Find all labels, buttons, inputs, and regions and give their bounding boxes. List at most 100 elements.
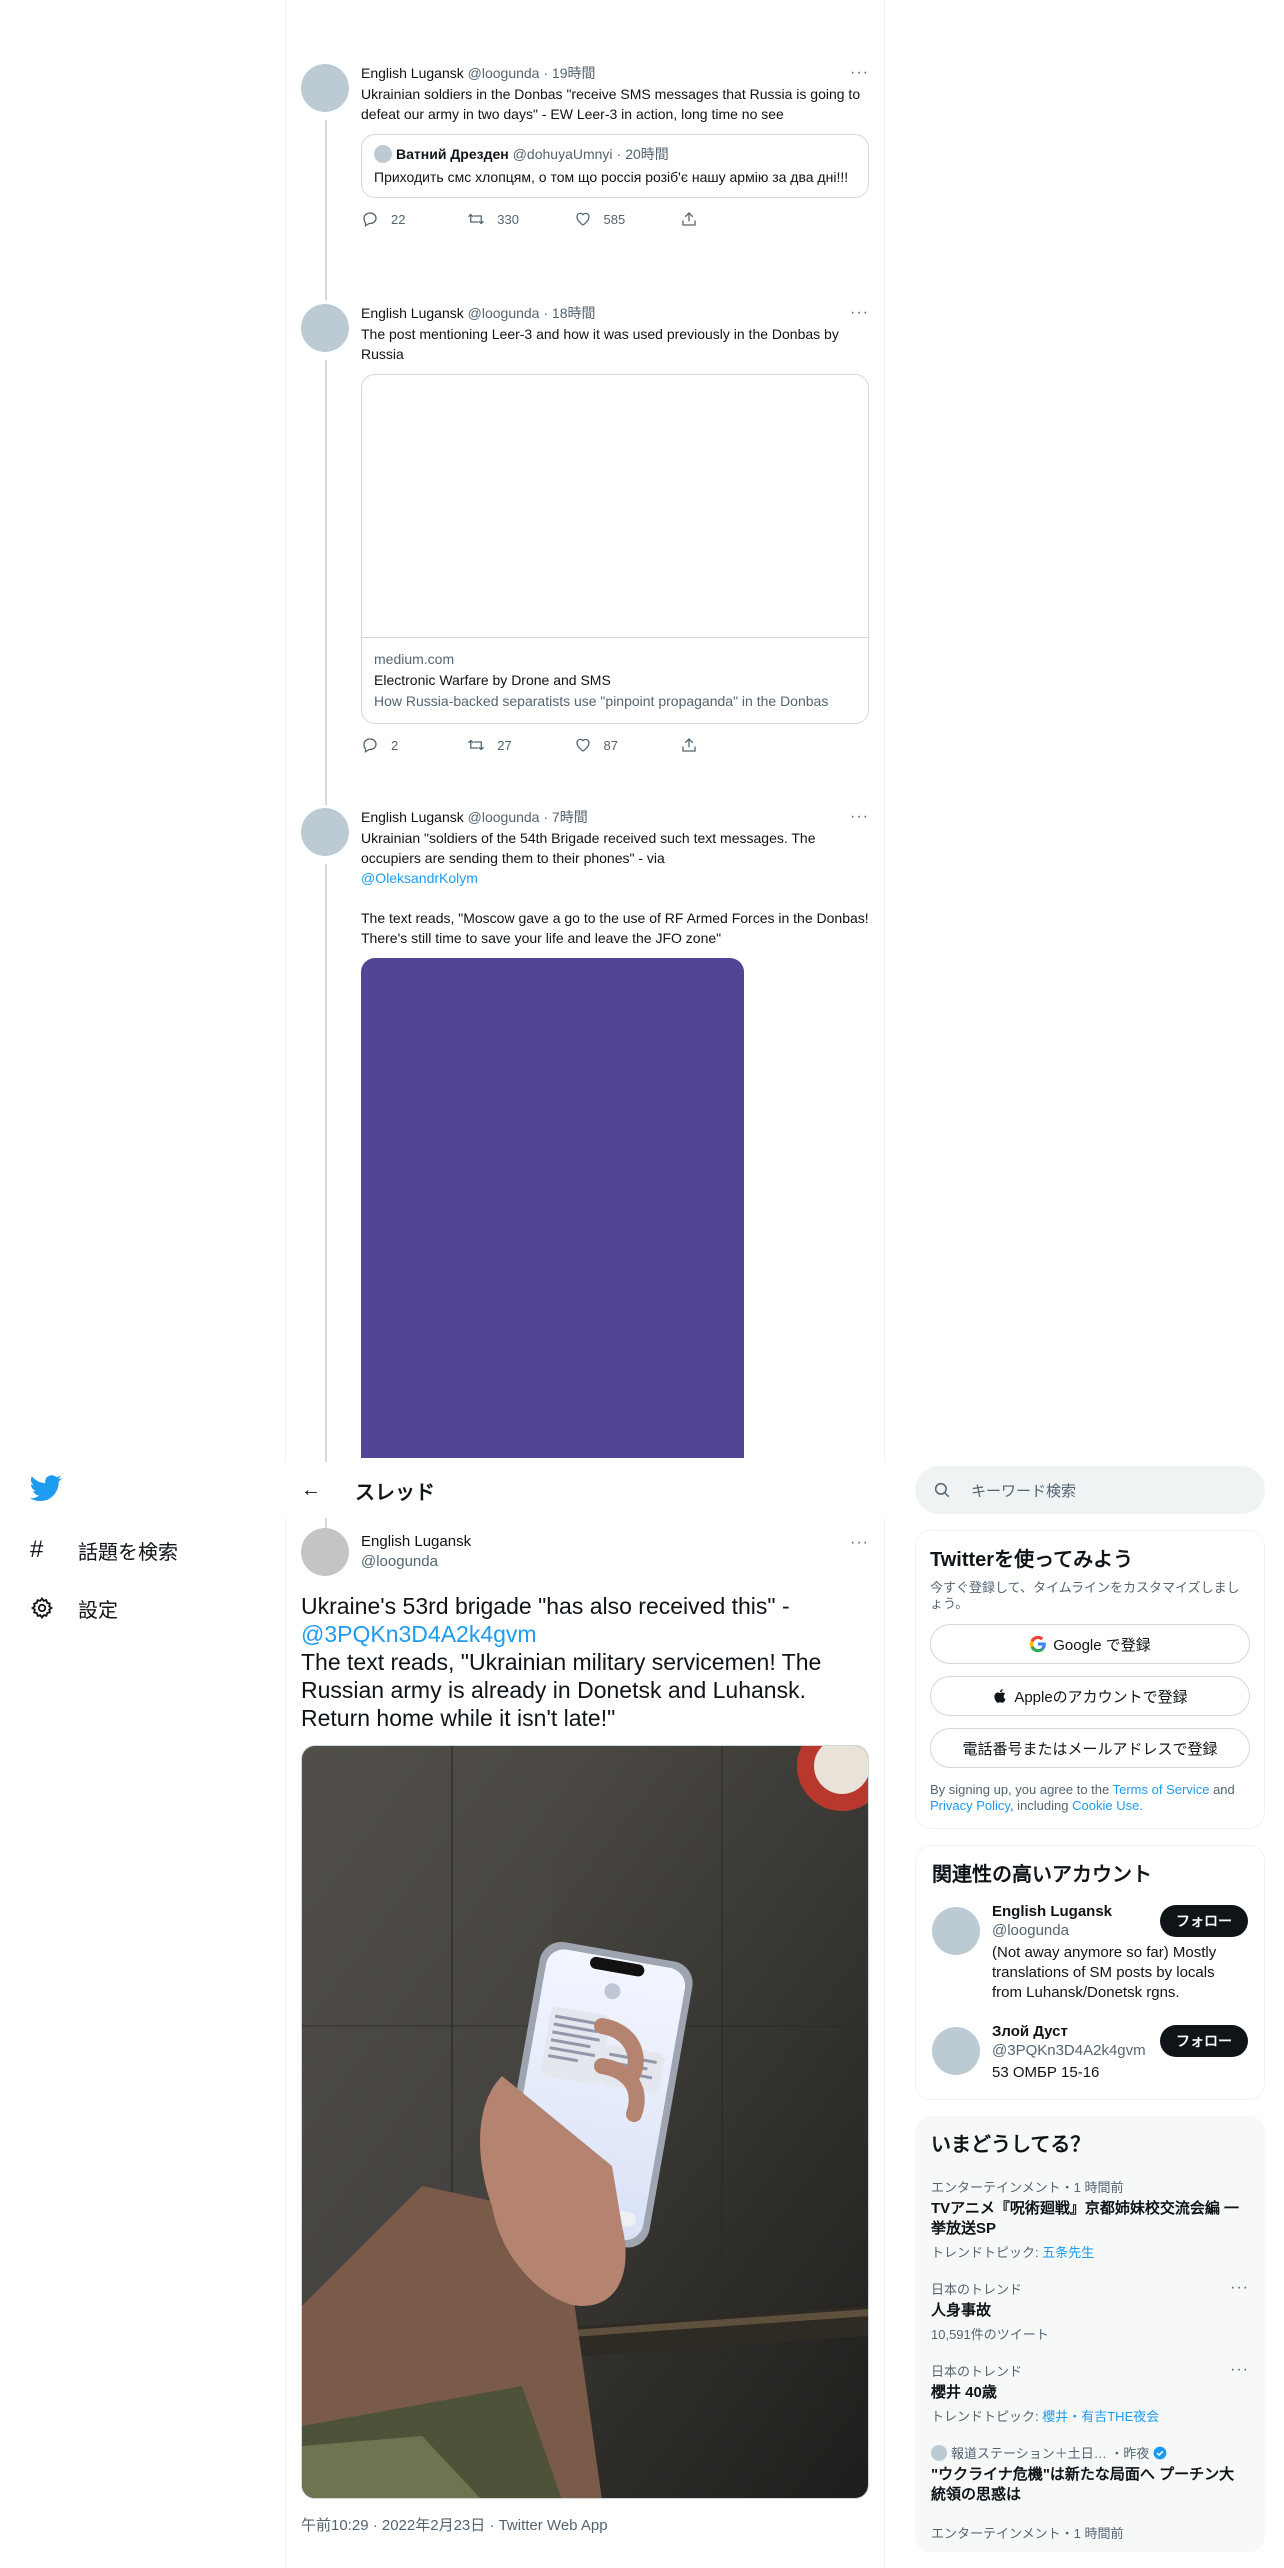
more-icon[interactable]: ··· <box>1230 2361 1249 2379</box>
share-button[interactable] <box>680 736 786 754</box>
tweet-time[interactable]: 19時間 <box>552 65 596 81</box>
nav-item-settings[interactable]: 設定 <box>30 1591 270 1625</box>
trend-item[interactable]: 日本のトレンド ··· 人身事故 10,591件のツイート <box>915 2271 1265 2353</box>
more-icon[interactable]: ··· <box>850 808 869 826</box>
trend-topic-link[interactable]: 五条先生 <box>1042 2245 1094 2260</box>
avatar[interactable] <box>301 304 349 352</box>
trend-name: TVアニメ『呪術廻戦』京都姉妹校交流会編 一挙放送SP <box>931 2200 1240 2237</box>
trend-topic-link[interactable]: 櫻井・有吉THE夜会 <box>1042 2409 1159 2424</box>
retweet-icon <box>468 213 485 225</box>
tweet-author-name[interactable]: English Lugansk <box>361 65 464 81</box>
apple-icon <box>994 1689 1006 1703</box>
cookie-link[interactable]: Cookie Use. <box>1072 1798 1143 1813</box>
tweet-actions: 2 27 87 <box>361 736 786 754</box>
tweet-author-handle[interactable]: @loogunda <box>468 809 540 825</box>
trend-context: 日本のトレンド <box>931 2282 1023 2297</box>
tweet-author-handle[interactable]: @loogunda <box>361 1552 438 1572</box>
avatar <box>374 145 392 163</box>
privacy-link[interactable]: Privacy Policy <box>930 1798 1010 1813</box>
left-navigation: # 話題を検索 設定 <box>30 1472 270 1649</box>
trend-item[interactable]: 報道ステーション＋土日… ・昨夜 "ウクライナ危機"は新たな局面へ プーチン大統… <box>915 2435 1265 2515</box>
tweet-author-name[interactable]: English Lugansk <box>361 1532 471 1552</box>
trend-item[interactable]: 日本のトレンド ··· 櫻井 40歳 トレンドトピック: 櫻井・有吉THE夜会 <box>915 2353 1265 2435</box>
tweet-timestamp[interactable]: 午前10:29 · 2022年2月23日 · Twitter Web App <box>301 2514 608 2535</box>
google-signup-label: Google で登録 <box>1053 1636 1151 1654</box>
more-icon[interactable]: ··· <box>850 1534 869 1552</box>
tweet-time[interactable]: 18時間 <box>552 305 596 321</box>
phone-email-signup-label: 電話番号またはメールアドレスで登録 <box>962 1740 1218 1758</box>
tweet-text-part: The text reads, "Moscow gave a go to the… <box>361 910 869 946</box>
avatar[interactable] <box>301 1528 349 1576</box>
share-icon <box>682 738 696 752</box>
trend-item[interactable]: エンターテインメント・1 時間前 TVアニメ『呪術廻戦』京都姉妹校交流会編 一挙… <box>915 2169 1265 2271</box>
trend-context-text: 報道ステーション＋土日… ・昨夜 <box>951 2446 1150 2461</box>
share-button[interactable] <box>680 210 786 228</box>
link-card-title: Electronic Warfare by Drone and SMS <box>374 672 611 688</box>
tweet-text: Ukrainian soldiers in the Donbas "receiv… <box>361 86 861 122</box>
recommended-accounts: 関連性の高いアカウント English Lugansk @loogunda (N… <box>915 1845 1265 2100</box>
google-signup-button[interactable]: Google で登録 <box>930 1624 1250 1664</box>
terms-text: , including <box>1009 1798 1069 1813</box>
apple-signup-button[interactable]: Appleのアカウントで登録 <box>930 1676 1250 1716</box>
more-icon[interactable]: ··· <box>850 64 869 82</box>
link-card[interactable]: medium.com Electronic Warfare by Drone a… <box>361 374 869 724</box>
retweet-button[interactable]: 27 <box>467 736 573 754</box>
avatar[interactable] <box>301 808 349 856</box>
nav-item-label: 設定 <box>78 1599 118 1622</box>
trend-name: 櫻井 40歳 <box>931 2384 997 2401</box>
more-icon[interactable]: ··· <box>1230 2279 1249 2297</box>
tweet-author-name[interactable]: English Lugansk <box>361 305 464 321</box>
more-icon[interactable]: ··· <box>850 304 869 322</box>
gear-icon <box>30 1596 66 1620</box>
tweet-author-name[interactable]: English Lugansk <box>361 809 464 825</box>
tweet-author-handle[interactable]: @loogunda <box>468 305 540 321</box>
tweet-actions: 22 330 585 <box>361 210 786 228</box>
account-item[interactable]: English Lugansk @loogunda (Not away anym… <box>916 1893 1264 2013</box>
twitter-logo-icon[interactable] <box>30 1472 62 1504</box>
heart-icon <box>575 212 590 226</box>
account-item[interactable]: Злой Дуст @3PQKn3D4A2k4gvm 53 ОМБР 15-16… <box>916 2013 1264 2099</box>
trend-topic-label: トレンドトピック: <box>931 2245 1043 2260</box>
hashtag-icon: # <box>30 1536 44 1563</box>
retweet-count: 330 <box>497 211 519 227</box>
google-icon <box>1029 1635 1047 1653</box>
terms-text: and <box>1213 1782 1235 1797</box>
apple-signup-label: Appleのアカウントで登録 <box>1014 1688 1188 1706</box>
link-card-image[interactable] <box>362 375 868 638</box>
follow-button[interactable]: フォロー <box>1160 1905 1248 1937</box>
right-sidebar: キーワード検索 Twitterを使ってみよう 今すぐ登録して、タイムラインをカス… <box>915 1466 1265 2552</box>
reply-icon <box>363 212 377 227</box>
like-count: 585 <box>603 211 626 227</box>
tweet-photo[interactable] <box>301 1745 869 2499</box>
avatar[interactable] <box>932 2027 980 2075</box>
avatar[interactable] <box>301 64 349 112</box>
retweet-count: 27 <box>497 737 512 753</box>
trend-name: "ウクライナ危機"は新たな局面へ プーチン大統領の思惑は <box>931 2466 1235 2503</box>
quote-tweet[interactable]: Ватний Дрезден @dohuyaUmnyi · 20時間 Прихо… <box>361 134 869 198</box>
like-button[interactable]: 87 <box>574 736 680 754</box>
terms-link[interactable]: Terms of Service <box>1113 1782 1210 1797</box>
trend-item[interactable]: エンターテインメント・1 時間前 <box>915 2515 1265 2552</box>
verified-badge-icon <box>1153 2446 1167 2459</box>
signup-subtitle: 今すぐ登録して、タイムラインをカスタマイズしましょう。 <box>930 1580 1240 1611</box>
reply-button[interactable]: 2 <box>361 736 467 754</box>
nav-item-explore[interactable]: # 話題を検索 <box>30 1533 270 1567</box>
search-input[interactable]: キーワード検索 <box>915 1466 1265 1514</box>
link-card-description: How Russia-backed separatists use "pinpo… <box>374 693 829 709</box>
tweet-header: English Lugansk @loogunda · 7時間 <box>361 809 588 825</box>
back-arrow-icon[interactable]: ← <box>301 1479 341 1502</box>
link-card-domain: medium.com <box>374 651 455 667</box>
avatar[interactable] <box>932 1907 980 1955</box>
avatar <box>931 2444 947 2461</box>
tweet-time[interactable]: 7時間 <box>552 809 588 825</box>
tweet-media[interactable] <box>361 958 744 1458</box>
tweet-author-handle[interactable]: @loogunda <box>468 65 540 81</box>
trend-tweet-count: 10,591件のツイート <box>931 2327 1049 2342</box>
follow-button[interactable]: フォロー <box>1160 2025 1248 2057</box>
phone-email-signup-button[interactable]: 電話番号またはメールアドレスで登録 <box>930 1728 1250 1768</box>
retweet-button[interactable]: 330 <box>467 210 573 228</box>
reply-button[interactable]: 22 <box>361 210 467 228</box>
mention-link[interactable]: @OleksandrKolym <box>361 870 478 886</box>
like-button[interactable]: 585 <box>574 210 680 228</box>
mention-link[interactable]: @3PQKn3D4A2k4gvm <box>301 1621 537 1647</box>
